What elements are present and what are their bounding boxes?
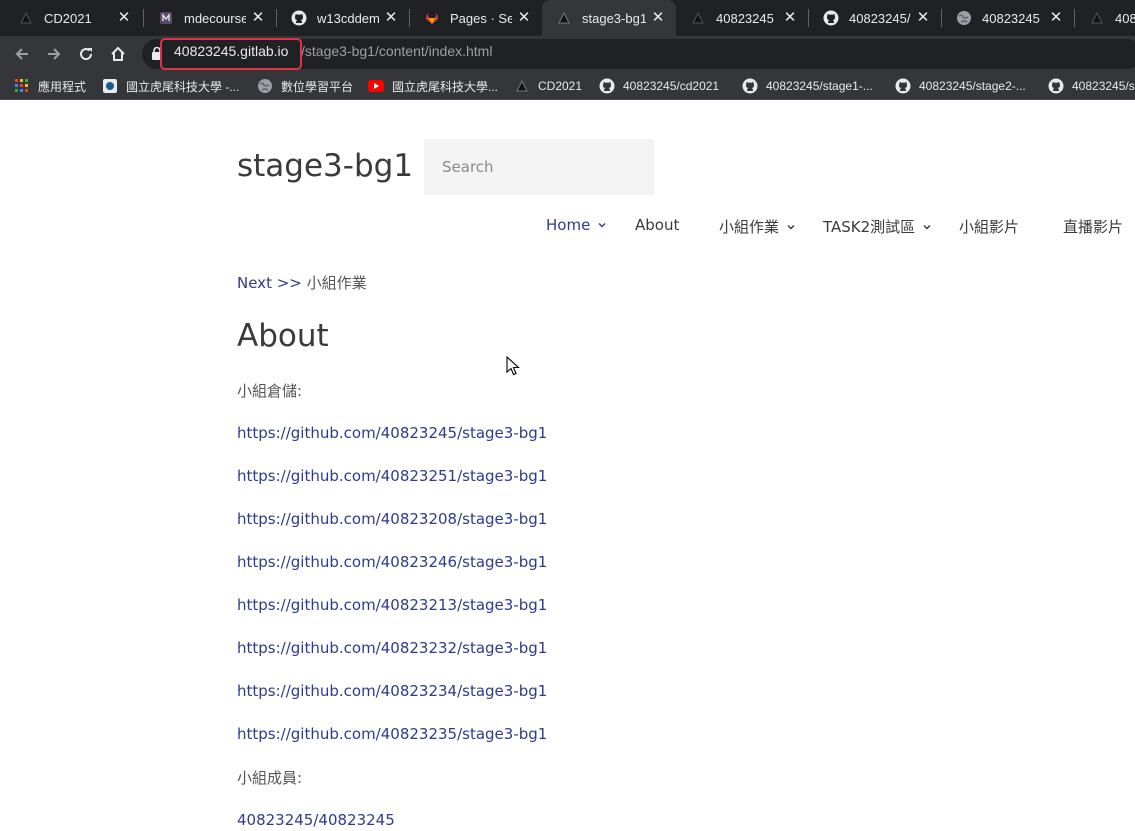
- page-heading: About: [237, 318, 329, 354]
- tab-4082[interactable]: 4082: [1075, 0, 1135, 36]
- github-icon: [291, 10, 307, 26]
- tab-close-icon[interactable]: ✕: [1048, 10, 1064, 26]
- highlight-box: [160, 38, 302, 70]
- breadcrumb-separator: >>: [276, 274, 302, 292]
- repo-link[interactable]: https://github.com/40823246/stage3-bg1: [237, 553, 547, 571]
- bookmark-nfu-1[interactable]: 國立虎尾科技大學 -...: [102, 76, 239, 96]
- tab-pages-settings[interactable]: Pages · Setti ✕: [410, 0, 542, 36]
- chevron-down-icon: [598, 223, 606, 228]
- globe-icon: [257, 78, 273, 94]
- globe-icon: [956, 10, 972, 26]
- github-icon: [1048, 78, 1064, 94]
- bookmark-cd2021[interactable]: CD2021: [514, 76, 582, 96]
- gitlab-dark-icon: [1089, 10, 1105, 26]
- tab-close-icon[interactable]: ✕: [782, 10, 798, 26]
- chevron-down-icon: [923, 224, 931, 229]
- bookmark-40823245-s[interactable]: 40823245/s: [1048, 76, 1135, 96]
- page-icon: [158, 10, 174, 26]
- repo-link[interactable]: https://github.com/40823251/stage3-bg1: [237, 467, 547, 485]
- chevron-down-icon: [787, 224, 795, 229]
- tab-close-icon[interactable]: ✕: [116, 10, 132, 26]
- nav-about[interactable]: About: [635, 216, 679, 234]
- github-icon: [742, 78, 758, 94]
- apps-grid-icon: [14, 78, 30, 94]
- repo-link[interactable]: https://github.com/40823234/stage3-bg1: [237, 682, 547, 700]
- school-icon: [102, 78, 118, 94]
- reload-button[interactable]: [72, 40, 100, 68]
- gitlab-fox-icon: [424, 10, 440, 26]
- tab-mdecourse[interactable]: mdecourse/ ✕: [144, 0, 276, 36]
- nav-home[interactable]: Home: [546, 216, 607, 234]
- search-input[interactable]: [424, 139, 654, 195]
- bookmark-elearning[interactable]: 數位學習平台: [257, 76, 353, 96]
- bookmark-stage1[interactable]: 40823245/stage1-...: [742, 76, 873, 96]
- breadcrumb: Next >> 小組作業: [237, 272, 367, 293]
- home-button[interactable]: [104, 40, 132, 68]
- bookmark-stage2[interactable]: 40823245/stage2-...: [895, 76, 1026, 96]
- tab-40823245-cd[interactable]: 40823245 cd ✕: [676, 0, 808, 36]
- forward-button[interactable]: [40, 40, 68, 68]
- gitlab-dark-icon: [18, 10, 34, 26]
- gitlab-dark-icon: [690, 10, 706, 26]
- tab-cd2021[interactable]: CD2021 ✕: [4, 0, 142, 36]
- tab-stage3-bg1[interactable]: stage3-bg1 ✕: [542, 0, 676, 36]
- nav-live-video[interactable]: 直播影片: [1063, 216, 1123, 237]
- address-path[interactable]: /stage3-bg1/content/index.html: [301, 43, 492, 59]
- site-title[interactable]: stage3-bg1: [237, 148, 413, 184]
- github-icon: [895, 78, 911, 94]
- gitlab-dark-icon: [514, 78, 530, 94]
- tab-bar: CD2021 ✕ mdecourse/ ✕ w13cddemo ✕ Pages …: [0, 0, 1135, 36]
- youtube-icon: [368, 78, 384, 94]
- repo-link[interactable]: https://github.com/40823245/stage3-bg1: [237, 424, 547, 442]
- repo-link[interactable]: https://github.com/40823235/stage3-bg1: [237, 725, 547, 743]
- repo-label: 小組倉儲:: [237, 382, 303, 400]
- breadcrumb-target: 小組作業: [306, 274, 367, 292]
- tab-close-icon[interactable]: ✕: [383, 10, 399, 26]
- repo-link[interactable]: https://github.com/40823208/stage3-bg1: [237, 510, 547, 528]
- home-icon: [111, 46, 125, 61]
- github-icon: [823, 10, 839, 26]
- nav-task2[interactable]: TASK2測試區: [823, 216, 932, 237]
- github-icon: [599, 78, 615, 94]
- mouse-cursor-icon: [506, 356, 520, 376]
- bookmarks-bar: 應用程式 國立虎尾科技大學 -... 數位學習平台 國立虎尾科技大學... CD…: [0, 72, 1135, 100]
- tab-40823245-cd-globe[interactable]: 40823245 cd ✕: [942, 0, 1074, 36]
- bookmark-40823245-cd2021[interactable]: 40823245/cd2021: [599, 76, 719, 96]
- tab-w13cddemo[interactable]: w13cddemo ✕: [277, 0, 409, 36]
- arrow-right-icon: [48, 48, 61, 60]
- member-link[interactable]: 40823245/40823245: [237, 811, 395, 829]
- page-content: stage3-bg1 Home About 小組作業 TASK2測試區 小組影片…: [0, 100, 1135, 831]
- arrow-left-icon: [15, 48, 28, 60]
- tab-40823245-cd-github[interactable]: 40823245/cd ✕: [809, 0, 941, 36]
- tab-close-icon[interactable]: ✕: [915, 10, 931, 26]
- next-link[interactable]: Next: [237, 274, 272, 292]
- bookmark-nfu-youtube[interactable]: 國立虎尾科技大學...: [368, 76, 498, 96]
- tab-close-icon[interactable]: ✕: [516, 10, 532, 26]
- repo-link[interactable]: https://github.com/40823213/stage3-bg1: [237, 596, 547, 614]
- gitlab-dark-icon: [556, 10, 572, 26]
- tab-close-icon[interactable]: ✕: [650, 10, 666, 26]
- members-label: 小組成員:: [237, 769, 303, 787]
- bookmark-apps[interactable]: 應用程式: [14, 76, 86, 96]
- back-button[interactable]: [8, 40, 36, 68]
- repo-link[interactable]: https://github.com/40823232/stage3-bg1: [237, 639, 547, 657]
- tab-close-icon[interactable]: ✕: [250, 10, 266, 26]
- nav-group-work[interactable]: 小組作業: [719, 216, 796, 237]
- reload-icon: [80, 48, 93, 61]
- nav-group-video[interactable]: 小組影片: [959, 216, 1019, 237]
